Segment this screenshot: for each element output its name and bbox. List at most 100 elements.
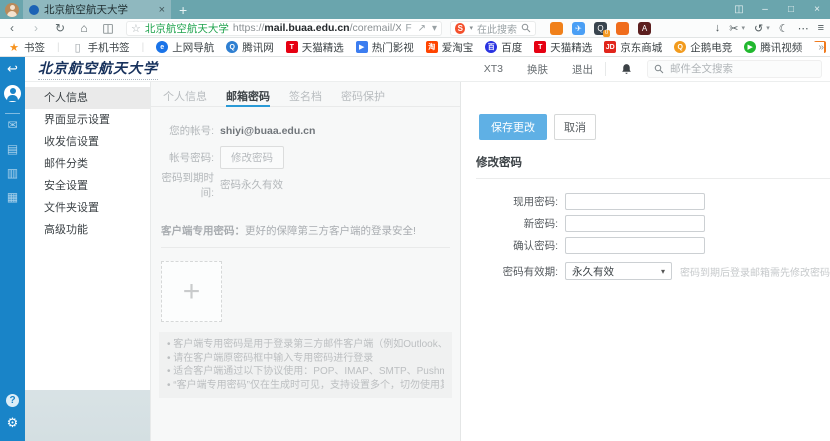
mail-page: ↩ ✉ ▤ ▥ ▦ ? ⚙ 北京航空航天大学 XT3 换肤 退出 邮件全文搜索 …	[0, 57, 830, 441]
adobe-extension-icon[interactable]: A	[638, 21, 651, 35]
sidebar-item-advanced[interactable]: 高级功能	[25, 219, 150, 241]
bookmark-tencent[interactable]: Q 腾讯网	[226, 40, 274, 55]
star-icon: ★	[9, 41, 19, 54]
sidebar-item-sendreceive[interactable]: 收发信设置	[25, 131, 150, 153]
new-tab-button[interactable]: +	[179, 2, 187, 18]
bookmark-baidu[interactable]: 百百度	[485, 40, 522, 55]
bookmark-label: 手机书签	[87, 41, 130, 54]
sidebar-item-display[interactable]: 界面显示设置	[25, 109, 150, 131]
menu-icon[interactable]: ≡	[818, 22, 824, 34]
gear-icon[interactable]: ⚙	[0, 415, 25, 431]
notification-bell-icon[interactable]	[620, 62, 633, 76]
logout-link[interactable]: 退出	[572, 62, 593, 77]
tab-close-icon[interactable]: ×	[159, 4, 165, 16]
apps-icon[interactable]: ▦	[0, 190, 25, 204]
more-icon[interactable]: ⋯	[798, 22, 809, 35]
qq-extension-icon[interactable]: Q0	[594, 21, 610, 37]
maximize-button[interactable]: □	[778, 4, 804, 15]
help-icon[interactable]: ?	[0, 394, 25, 407]
tab-password-protection[interactable]: 密码保护	[341, 88, 385, 106]
reload-icon[interactable]: ↻	[48, 21, 72, 35]
url-box[interactable]: ☆ 北京航空航天大学 https://mail.buaa.edu.cn/core…	[126, 20, 442, 36]
current-password-input[interactable]	[565, 192, 705, 210]
folder-icon[interactable]: ▤	[0, 142, 25, 156]
add-client-password-button[interactable]: +	[161, 261, 222, 322]
sogou-search-icon[interactable]: S	[455, 22, 466, 34]
bookmark-tmall[interactable]: T 天猫精选	[285, 40, 344, 55]
sidebar-item-security[interactable]: 安全设置	[25, 175, 150, 197]
mail-search-icon	[654, 64, 664, 74]
game-extension-icon[interactable]	[550, 21, 563, 35]
esports-icon: Q	[674, 41, 687, 53]
download-icon[interactable]: ↓	[715, 22, 721, 34]
sidebar-item-mail-sorting[interactable]: 邮件分类	[25, 153, 150, 175]
confirm-password-input[interactable]	[565, 236, 705, 254]
search-engine-hint: 在此搜索	[477, 24, 517, 36]
panels-icon[interactable]: ◫	[726, 4, 752, 15]
night-mode-icon[interactable]: ☾	[779, 22, 789, 35]
mail-search-box[interactable]	[647, 60, 822, 78]
note-line: 客户端专用密码是用于登录第三方邮件客户端（例如Outlook、Foxmail、邮…	[167, 338, 444, 352]
tab-title: 北京航空航天大学	[44, 4, 128, 16]
bird-extension-icon[interactable]: ✈	[572, 21, 585, 35]
reading-list-icon[interactable]: ◫	[96, 21, 120, 35]
save-changes-button[interactable]: 保存更改	[479, 114, 547, 140]
penguin-icon: Q	[226, 41, 239, 53]
bookmark-label: 爱淘宝	[441, 41, 474, 54]
screenshot-scissors-icon[interactable]: ✂	[729, 22, 738, 35]
undo-caret-icon[interactable]: ▾	[766, 24, 770, 32]
bookmarks-overflow-icon[interactable]: »	[814, 41, 824, 53]
contacts-icon[interactable]: ▥	[0, 166, 25, 180]
bookmark-separator: |	[57, 41, 60, 53]
change-password-button[interactable]: 修改密码	[220, 146, 284, 169]
bookmark-tmall2[interactable]: T 天猫精选	[534, 40, 592, 55]
home-icon[interactable]: ⌂	[72, 21, 96, 35]
mail-search-input[interactable]	[670, 63, 800, 75]
scissors-caret-icon[interactable]: ▾	[741, 24, 745, 32]
search-magnifier-icon[interactable]	[521, 23, 531, 33]
browser-avatar[interactable]	[5, 2, 19, 17]
tab-signature[interactable]: 签名档	[289, 88, 322, 106]
forward-icon[interactable]: ›	[24, 21, 48, 35]
cancel-button[interactable]: 取消	[554, 114, 596, 140]
profile-icon[interactable]	[0, 85, 25, 105]
tab-mailbox-password[interactable]: 邮箱密码	[226, 88, 270, 107]
bookmark-mobile[interactable]: ▯ 手机书签	[72, 40, 130, 55]
back-icon[interactable]: ‹	[0, 21, 24, 35]
tab-personal-info[interactable]: 个人信息	[163, 88, 207, 106]
bookmark-shuqian[interactable]: ★ 书签	[8, 40, 45, 55]
bookmark-nav[interactable]: e 上网导航	[156, 40, 214, 55]
skin-link[interactable]: 换肤	[527, 62, 548, 77]
sidebar-item-folders[interactable]: 文件夹设置	[25, 197, 150, 219]
back-to-mail-icon[interactable]: ↩	[0, 61, 25, 77]
minimize-button[interactable]: –	[752, 4, 778, 15]
share-icon[interactable]: ↗	[418, 23, 426, 34]
address-search-box[interactable]: S ▾ 在此搜索	[450, 20, 536, 36]
validity-select[interactable]: 永久有效 ▾	[565, 262, 672, 280]
bookmark-tencent-video[interactable]: ▶ 腾讯视频	[744, 40, 802, 55]
dropdown-caret-icon[interactable]: ▾	[432, 23, 437, 34]
shopping-extension-icon[interactable]	[616, 21, 629, 35]
favorite-star-icon[interactable]: ☆	[131, 22, 141, 35]
bookmark-label: 天猫精选	[550, 41, 593, 54]
new-password-label: 新密码:	[523, 217, 558, 230]
close-window-button[interactable]: ×	[804, 4, 830, 15]
new-password-input[interactable]	[565, 214, 705, 232]
bookmark-jd[interactable]: JD 京东商城	[604, 40, 662, 55]
bookmark-taobao[interactable]: 淘爱淘宝	[425, 40, 474, 55]
engine-caret-icon[interactable]: ▾	[469, 24, 473, 32]
bookmark-penguin-esports[interactable]: Q 企鹅电竞	[674, 40, 732, 55]
undo-icon[interactable]: ↺	[754, 22, 763, 35]
mail-icon[interactable]: ✉	[0, 118, 25, 132]
url-text[interactable]: https://mail.buaa.edu.cn/coremail/XT5/in…	[233, 22, 402, 34]
movies-icon: ▶	[355, 41, 368, 53]
bookmark-movies[interactable]: ▶ 热门影视	[355, 40, 414, 55]
sidebar-item-personal-info[interactable]: 个人信息	[25, 87, 150, 109]
tmall-icon: T	[534, 41, 547, 53]
fill-icon[interactable]: F	[405, 23, 411, 34]
bookmark-label: 企鹅电竞	[690, 41, 733, 54]
site-name[interactable]: 北京航空航天大学	[145, 21, 229, 36]
left-icon-strip: ↩ ✉ ▤ ▥ ▦ ? ⚙	[0, 57, 25, 441]
qq-badge: 0	[603, 29, 610, 37]
browser-tab[interactable]: 北京航空航天大学 ×	[23, 0, 171, 19]
